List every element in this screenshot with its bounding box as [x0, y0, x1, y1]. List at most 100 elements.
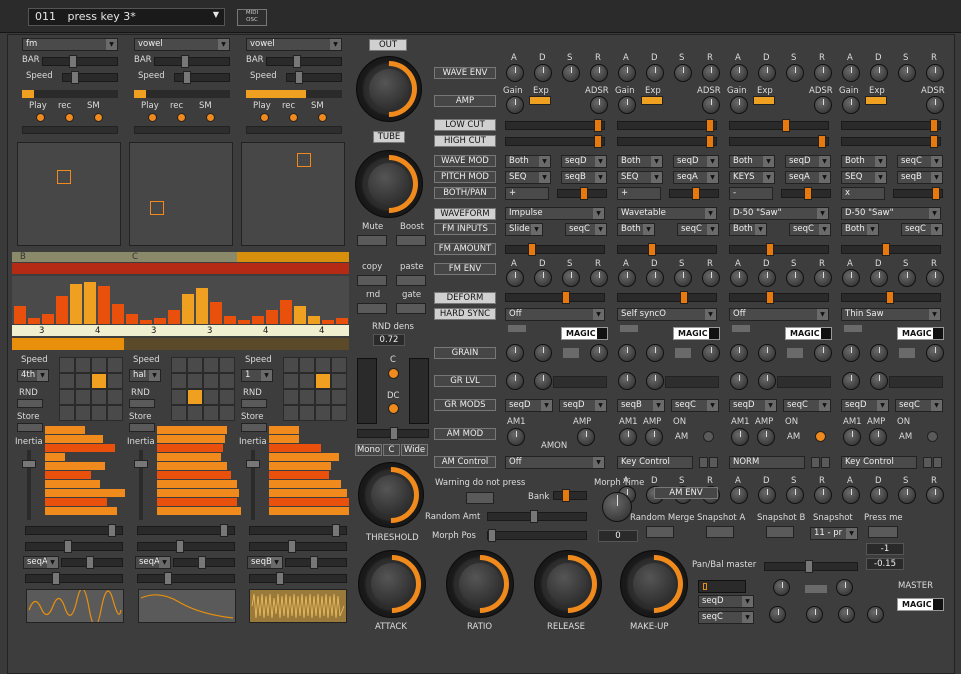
grain-knob[interactable]: [590, 344, 608, 362]
grid-cell[interactable]: [220, 406, 234, 420]
am-env-knob[interactable]: [786, 486, 804, 504]
grid-cell[interactable]: [172, 374, 186, 388]
magic-button[interactable]: MAGIC: [673, 327, 720, 340]
magic-button[interactable]: MAGIC: [785, 327, 832, 340]
grain-knob[interactable]: [758, 344, 776, 362]
magic-button[interactable]: MAGIC: [897, 327, 944, 340]
fm-env-knob[interactable]: [786, 269, 804, 287]
speed-slider[interactable]: [174, 71, 230, 84]
sm-led[interactable]: [206, 113, 215, 122]
grain-knob[interactable]: [534, 344, 552, 362]
grid-cell[interactable]: [60, 406, 74, 420]
gr-lvl-knob[interactable]: [534, 372, 552, 390]
plus-button[interactable]: [821, 457, 830, 468]
am-control-select[interactable]: Off ▼: [505, 456, 605, 469]
inertia-bar[interactable]: [269, 426, 299, 434]
gr-mod-select-2[interactable]: seqC ▼: [671, 399, 719, 412]
mod-slider[interactable]: [249, 540, 347, 553]
xy-handle[interactable]: [150, 201, 164, 215]
wave-env-knob[interactable]: [758, 64, 776, 82]
gr-mod-select-2[interactable]: seqC ▼: [895, 399, 943, 412]
grid-cell[interactable]: [332, 390, 346, 404]
morph-pos-slider[interactable]: [487, 529, 587, 542]
inertia-bar[interactable]: [157, 471, 231, 479]
deform-slider[interactable]: [505, 291, 605, 304]
xy-handle[interactable]: [57, 170, 71, 184]
am-env-knob[interactable]: [926, 486, 944, 504]
fm-env-knob[interactable]: [758, 269, 776, 287]
gain-knob[interactable]: [730, 96, 748, 114]
mod-slider[interactable]: [137, 540, 235, 553]
mod-slider[interactable]: [137, 572, 235, 585]
xy-pad-3[interactable]: [241, 142, 345, 246]
gr-lvl-knob[interactable]: [618, 372, 636, 390]
step-bar[interactable]: [14, 306, 26, 324]
magic-button[interactable]: MAGIC: [561, 327, 608, 340]
inertia-bar[interactable]: [269, 444, 321, 452]
grid-cell[interactable]: [92, 406, 106, 420]
step-bar[interactable]: [126, 314, 138, 324]
grid-cell[interactable]: [316, 374, 330, 388]
inertia-bar[interactable]: [45, 444, 115, 452]
gr-lvl-knob[interactable]: [758, 372, 776, 390]
inertia-bar[interactable]: [157, 480, 237, 488]
rnd-dens-value[interactable]: 0.72: [373, 334, 405, 346]
exp-button[interactable]: [641, 96, 663, 105]
out-knob[interactable]: [349, 49, 429, 129]
fm-amount-slider[interactable]: [841, 243, 941, 256]
wave-env-knob[interactable]: [702, 64, 720, 82]
makeup-knob[interactable]: [612, 542, 696, 626]
seq-select[interactable]: seqA ▼: [23, 556, 59, 569]
boost-button[interactable]: [396, 235, 426, 246]
am-env-knob[interactable]: [898, 486, 916, 504]
amp-knob[interactable]: [869, 428, 887, 446]
grid-cell[interactable]: [188, 358, 202, 372]
both-pan-slider[interactable]: [669, 187, 719, 200]
mod-slider[interactable]: [25, 524, 123, 537]
speed-select[interactable]: hal ▼: [129, 369, 161, 382]
position-bar[interactable]: [246, 126, 342, 134]
xy-pad-1[interactable]: [17, 142, 121, 246]
step-bar[interactable]: [336, 318, 348, 324]
fm-input-select-1[interactable]: Both ▼: [617, 223, 655, 236]
deform-slider[interactable]: [617, 291, 717, 304]
mod-slider[interactable]: [137, 524, 235, 537]
waveform-select[interactable]: Impulse ▼: [505, 207, 605, 220]
pitch-mod-select-1[interactable]: SEQ ▼: [617, 171, 663, 184]
gr-lvl-knob[interactable]: [730, 372, 748, 390]
fm-env-knob[interactable]: [674, 269, 692, 287]
wave-mod-select-2[interactable]: seqD ▼: [561, 155, 607, 168]
fm-input-select-2[interactable]: seqC ▼: [677, 223, 719, 236]
mod-slider[interactable]: [61, 556, 123, 569]
fm-env-knob[interactable]: [898, 269, 916, 287]
grid-cell[interactable]: [284, 374, 298, 388]
mode-select[interactable]: vowel ▼: [134, 38, 230, 51]
threshold-knob[interactable]: [351, 455, 431, 535]
am-led[interactable]: [927, 431, 938, 442]
pitch-mod-select-2[interactable]: seqA ▼: [785, 171, 831, 184]
position-bar[interactable]: [22, 126, 118, 134]
master-magic-button[interactable]: MAGIC: [897, 598, 944, 611]
seq-select[interactable]: seqB ▼: [247, 556, 283, 569]
wave-env-knob[interactable]: [842, 64, 860, 82]
master-knob[interactable]: [836, 579, 853, 596]
grain-knob[interactable]: [702, 344, 720, 362]
grid-cell[interactable]: [332, 358, 346, 372]
step-bar[interactable]: [84, 282, 96, 324]
magic-toggle[interactable]: [844, 325, 862, 332]
low-cut-slider[interactable]: [729, 119, 829, 132]
xy-pad-2[interactable]: [129, 142, 233, 246]
fm-env-knob[interactable]: [730, 269, 748, 287]
pitch-mod-select-1[interactable]: SEQ ▼: [505, 171, 551, 184]
morph-time-knob[interactable]: [602, 492, 632, 522]
grain-knob[interactable]: [618, 344, 636, 362]
gr-lvl-knob[interactable]: [646, 372, 664, 390]
store-button[interactable]: [17, 423, 43, 432]
adsr-knob[interactable]: [926, 96, 944, 114]
grid-cell[interactable]: [316, 390, 330, 404]
seq-range-bar[interactable]: [124, 338, 349, 350]
master-toggle[interactable]: [805, 585, 827, 593]
am-control-select[interactable]: Key Control: [617, 456, 693, 469]
amp-knob[interactable]: [757, 428, 775, 446]
grid-cell[interactable]: [284, 358, 298, 372]
